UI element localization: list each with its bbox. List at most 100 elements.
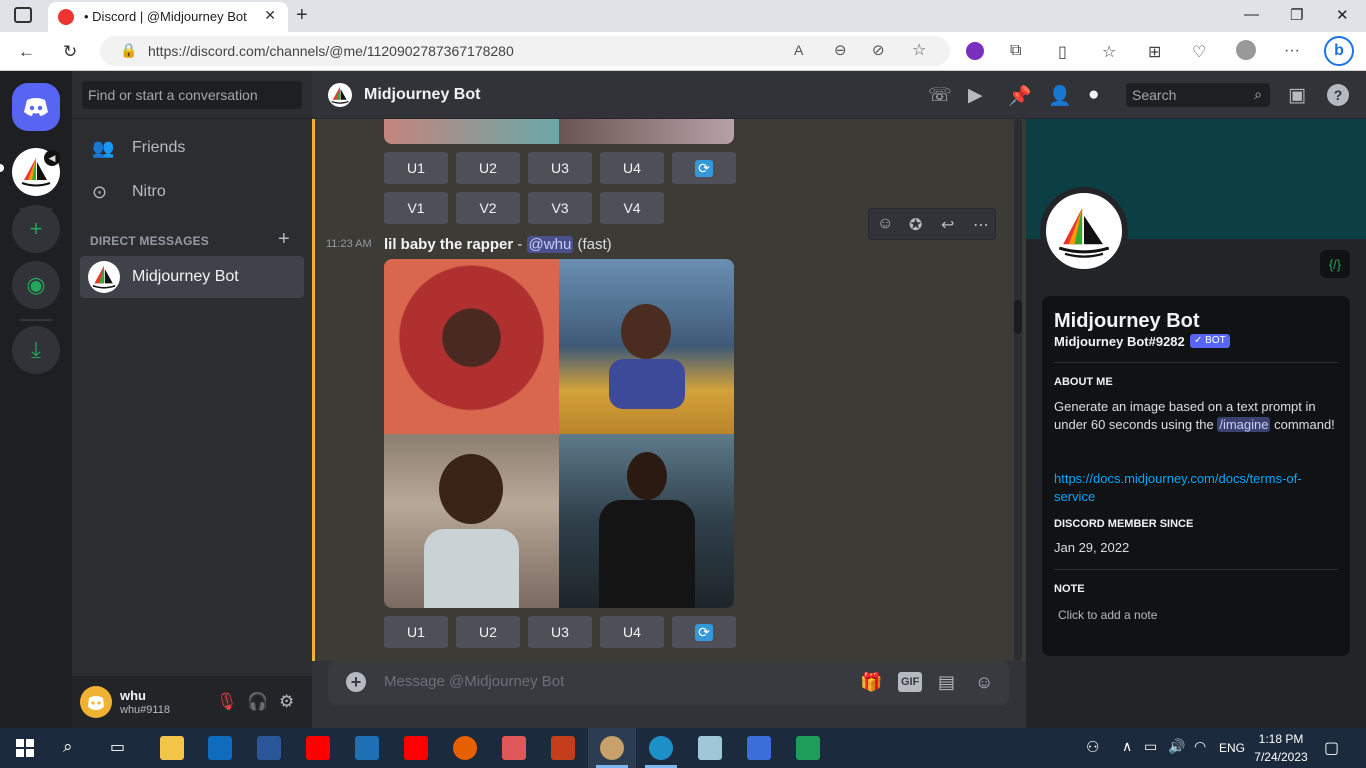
header-search-input[interactable]: Search ⌕ [1126,83,1270,107]
variation-button-v4[interactable]: V4 [600,192,664,224]
emoji-picker-icon[interactable]: ☺ [975,672,993,693]
people-icon[interactable]: ⚇ [1086,738,1099,756]
gif-picker-icon[interactable]: GIF [898,672,923,692]
message-scrollbar-thumb[interactable] [1014,300,1022,334]
extension-icon[interactable] [966,42,984,60]
presentation-app-icon[interactable] [502,736,526,760]
mute-microphone-icon[interactable]: 🎙 [216,692,238,712]
youtube-app-icon[interactable] [404,736,428,760]
back-icon[interactable]: ← [18,42,35,62]
split-screen-icon[interactable]: ▯ [1058,42,1067,62]
find-conversation-input[interactable]: Find or start a conversation [82,81,302,109]
add-server-icon[interactable]: + [12,205,60,253]
generated-image-grid[interactable] [384,259,734,608]
voice-call-icon[interactable]: ☏ [928,84,952,107]
refresh-icon[interactable]: ↻ [63,42,77,62]
windows-start-icon[interactable] [16,739,34,757]
paint-icon[interactable] [600,736,624,760]
task-view-icon[interactable]: ▭ [110,737,125,757]
user-profile-icon[interactable]: ● [1088,84,1099,106]
add-reaction-icon[interactable]: ☺ [877,215,893,233]
video-call-icon[interactable]: ▶ [968,84,983,107]
message-scrollbar-track[interactable] [1014,119,1022,661]
volume-icon[interactable]: 🔊 [1168,738,1185,755]
variation-button-v1[interactable]: V1 [384,192,448,224]
upscale-button-u2[interactable]: U2 [456,152,520,184]
clock-time[interactable]: 1:18 PM [1256,732,1306,746]
collections-icon[interactable]: ⊞ [1148,42,1161,62]
message-input[interactable]: Message @Midjourney Bot [384,673,564,690]
discord-home-icon[interactable] [12,83,60,131]
sidebar-item-friends[interactable]: 👥 Friends [92,128,185,168]
outlook-icon[interactable] [208,736,232,760]
clock-date[interactable]: 7/24/2023 [1250,750,1312,764]
tab-actions-icon[interactable] [14,7,32,23]
file-explorer-icon[interactable] [160,736,184,760]
notifications-icon[interactable]: ▢ [1324,738,1339,758]
inbox-icon[interactable]: ▣ [1288,84,1306,107]
previous-image-grid[interactable] [384,119,734,144]
upscale-button-u3[interactable]: U3 [528,152,592,184]
favorites-icon[interactable]: ☆ [1102,42,1116,62]
read-aloud-icon[interactable]: A [794,42,803,58]
app-directory-icon[interactable]: {/} [1320,250,1350,278]
upscale-button-u1[interactable]: U1 [384,152,448,184]
upscale-button-u1[interactable]: U1 [384,616,448,648]
tracking-prevention-icon[interactable]: ⊘ [872,41,885,59]
webex-icon[interactable] [747,736,771,760]
app-icon[interactable] [355,736,379,760]
wifi-icon[interactable]: ◠ [1194,738,1206,755]
explore-servers-icon[interactable]: ◉ [12,261,60,309]
upscale-button-u2[interactable]: U2 [456,616,520,648]
more-menu-icon[interactable]: ··· [1284,42,1300,60]
upscale-button-u3[interactable]: U3 [528,616,592,648]
more-options-icon[interactable]: ⋯ [973,215,989,235]
user-settings-gear-icon[interactable]: ⚙ [279,692,294,712]
create-dm-icon[interactable]: + [278,228,290,251]
close-tab-icon[interactable]: ✕ [264,7,276,24]
profile-avatar-icon[interactable] [1236,40,1256,60]
imagine-command[interactable]: /imagine [1217,417,1271,432]
battery-icon[interactable]: ▭ [1144,738,1157,755]
sticker-icon[interactable]: ▤ [938,672,955,693]
new-tab-icon[interactable]: + [296,4,308,27]
pinned-messages-icon[interactable]: 📌 [1008,84,1032,108]
deafen-headphones-icon[interactable]: 🎧 [247,692,268,712]
note-input[interactable]: Click to add a note [1058,608,1157,622]
reply-icon[interactable]: ↩ [941,215,954,235]
user-mention[interactable]: @whu [526,236,574,253]
attach-plus-icon[interactable]: + [346,672,366,692]
lock-icon[interactable]: 🔒 [120,42,137,59]
browser-tab[interactable]: • Discord | @Midjourney Bot ✕ [48,2,288,32]
edge-icon[interactable] [649,736,673,760]
firefox-icon[interactable] [453,736,477,760]
minimize-icon[interactable]: — [1244,6,1259,23]
taskbar-search-icon[interactable]: ⌕ [63,737,73,757]
upscale-button-u4[interactable]: U4 [600,152,664,184]
url-field[interactable]: 🔒 https://discord.com/channels/@me/11209… [100,36,950,66]
word-icon[interactable] [257,736,281,760]
favorite-star-icon[interactable]: ☆ [912,40,926,60]
sidebar-item-nitro[interactable]: ⊙ Nitro [92,172,166,212]
add-friends-to-dm-icon[interactable]: 👤 [1048,84,1072,108]
reroll-button[interactable]: ⟳ [672,616,736,648]
youtube-icon[interactable] [306,736,330,760]
close-window-icon[interactable]: ✕ [1336,6,1349,24]
bing-copilot-icon[interactable]: b [1324,36,1354,66]
help-icon[interactable]: ? [1327,84,1349,106]
super-reaction-icon[interactable]: ✪ [909,215,922,235]
gift-icon[interactable]: 🎁 [860,672,882,693]
reroll-button[interactable]: ⟳ [672,152,736,184]
zoom-out-icon[interactable]: ⊖ [834,41,847,59]
extensions-puzzle-icon[interactable]: ⧉ [1010,42,1021,60]
profile-avatar[interactable] [1040,187,1128,275]
variation-button-v2[interactable]: V2 [456,192,520,224]
download-apps-icon[interactable]: ⤓ [12,326,60,374]
terms-of-service-link[interactable]: https://docs.midjourney.com/docs/terms-o… [1054,470,1338,506]
upscale-button-u4[interactable]: U4 [600,616,664,648]
show-hidden-icons-icon[interactable]: ∧ [1122,738,1132,755]
dm-item-midjourney-bot[interactable]: Midjourney Bot [80,256,304,298]
user-avatar[interactable] [80,686,112,718]
input-language[interactable]: ENG [1219,741,1245,755]
variation-button-v3[interactable]: V3 [528,192,592,224]
